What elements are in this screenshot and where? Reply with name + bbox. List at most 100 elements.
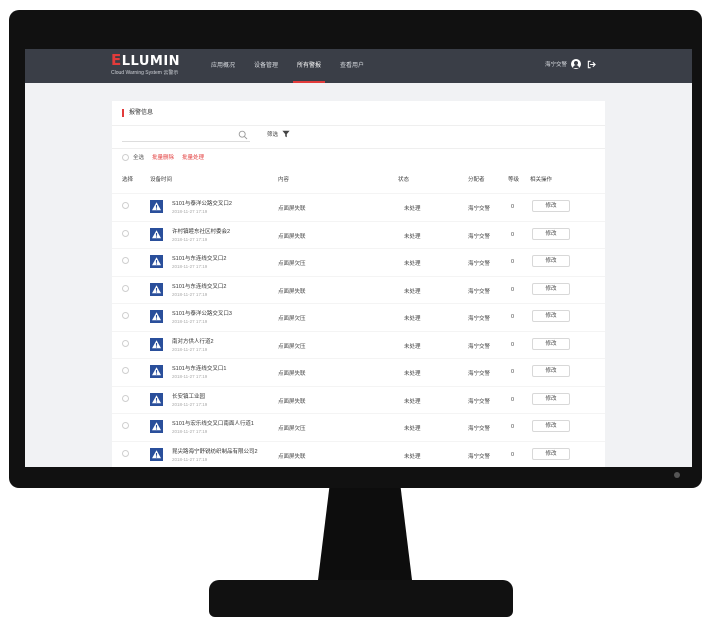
- table-header: 选择 设备时间 内容 状态 分配者 等级 相关操作: [112, 173, 605, 187]
- row-select-radio[interactable]: [122, 229, 129, 237]
- user-name[interactable]: 海宁交警: [545, 60, 567, 68]
- status-text: 未处理: [404, 371, 421, 377]
- batch-delete-link[interactable]: 批量删除: [152, 153, 174, 161]
- logo-subtitle: Cloud Warning System 云警示: [111, 70, 179, 76]
- edit-button[interactable]: 修改: [532, 255, 570, 267]
- logout-icon[interactable]: [587, 60, 596, 69]
- assignee: 海宁交警: [468, 343, 491, 350]
- edit-button[interactable]: 修改: [532, 420, 570, 432]
- edit-button[interactable]: 修改: [532, 337, 570, 350]
- level: 0: [511, 286, 515, 293]
- device-time: 2018-11-27 17:19: [172, 346, 208, 352]
- edit-button[interactable]: 修改: [532, 310, 570, 322]
- search-icon[interactable]: [238, 130, 248, 140]
- column-header-status: 状态: [398, 177, 410, 183]
- row-select-radio[interactable]: [122, 422, 129, 429]
- row-select-radio[interactable]: [122, 449, 129, 457]
- status-text: 未处理: [404, 453, 421, 460]
- status-text: 未处理: [404, 206, 421, 212]
- batch-actions: 全选 批量删除 批量处理: [122, 153, 212, 161]
- assignee: 海宁交警: [468, 426, 491, 432]
- level: 0: [511, 369, 515, 375]
- row-select-radio[interactable]: [122, 284, 129, 292]
- device-time: 2018-11-27 17:19: [172, 264, 208, 269]
- edit-button[interactable]: 修改: [532, 447, 570, 460]
- device-name: 南对方供人行道2: [172, 338, 214, 345]
- device-time: 2018-11-27 17:19: [172, 401, 208, 407]
- table-row: 长安镇工业园 2018-11-27 17:19 点面屏失联 未处理 海宁交警 0…: [112, 385, 605, 414]
- assignee: 海宁交警: [468, 398, 491, 405]
- nav-item-view-users[interactable]: 查看用户: [340, 49, 364, 83]
- alarm-card: 报警信息 筛选 全选 批量删除 批量处理 选择 设备时间 内容 状态 分配者 等…: [112, 101, 605, 467]
- status-text: 未处理: [404, 426, 421, 432]
- alarm-content: 点面屏失联: [278, 206, 306, 212]
- alarm-content: 点面屏失联: [278, 371, 306, 377]
- level: 0: [511, 259, 515, 265]
- main-nav: 应用概况 设备管理 所有警报 查看用户: [211, 49, 383, 83]
- level: 0: [511, 341, 515, 348]
- warning-triangle-icon: [150, 447, 163, 461]
- alarm-content: 点面屏欠压: [278, 426, 306, 432]
- assignee: 海宁交警: [468, 371, 491, 377]
- warning-triangle-icon: [150, 337, 163, 351]
- device-name: S101与东连线交叉口2: [172, 283, 227, 290]
- table-row: S101与泰洋公路交叉口2 2018-11-27 17:19 点面屏失联 未处理…: [112, 193, 605, 221]
- warning-triangle-icon: [150, 255, 163, 268]
- alarm-table-body: S101与泰洋公路交叉口2 2018-11-27 17:19 点面屏失联 未处理…: [112, 193, 605, 467]
- select-all-label[interactable]: 全选: [133, 153, 144, 161]
- alarm-content: 点面屏欠压: [278, 261, 306, 267]
- alarm-content: 点面屏欠压: [278, 343, 306, 350]
- assignee: 海宁交警: [468, 261, 491, 267]
- batch-process-link[interactable]: 批量处理: [182, 153, 204, 161]
- edit-button[interactable]: 修改: [532, 282, 570, 295]
- column-header-level: 等级: [508, 177, 520, 183]
- filter-button[interactable]: 筛选: [267, 130, 290, 138]
- search-input[interactable]: [122, 130, 250, 142]
- warning-triangle-icon: [150, 392, 163, 406]
- assignee: 海宁交警: [468, 453, 491, 460]
- nav-item-all-alarms[interactable]: 所有警报: [293, 49, 326, 83]
- alarm-content: 点面屏失联: [278, 453, 306, 460]
- device-time: 2018-11-27 17:19: [172, 236, 208, 242]
- table-row: 南对方供人行道2 2018-11-27 17:19 点面屏欠压 未处理 海宁交警…: [112, 330, 605, 359]
- filter-icon: [282, 130, 290, 138]
- level: 0: [511, 396, 515, 403]
- device-time: 2018-11-27 17:19: [172, 456, 208, 462]
- power-indicator: [674, 472, 680, 478]
- logo[interactable]: ELLUMIN Cloud Warning System 云警示: [111, 53, 180, 77]
- row-select-radio[interactable]: [122, 394, 129, 402]
- level: 0: [511, 314, 515, 320]
- nav-item-app-overview[interactable]: 应用概况: [211, 49, 235, 83]
- table-row: S101与东连线交叉口2 2018-11-27 17:19 点面屏欠压 未处理 …: [112, 248, 605, 276]
- status-text: 未处理: [404, 343, 421, 350]
- nav-item-device-management[interactable]: 设备管理: [254, 49, 278, 83]
- select-all-radio[interactable]: [122, 153, 129, 161]
- user-avatar-icon[interactable]: [571, 59, 582, 69]
- assignee: 海宁交警: [468, 288, 491, 295]
- edit-button[interactable]: 修改: [532, 200, 570, 212]
- edit-button[interactable]: 修改: [532, 227, 570, 240]
- edit-button[interactable]: 修改: [532, 392, 570, 405]
- row-select-radio[interactable]: [122, 312, 129, 319]
- warning-triangle-icon: [150, 420, 163, 433]
- divider: [112, 125, 605, 126]
- device-name: S101与东连线交叉口1: [172, 366, 227, 372]
- status-text: 未处理: [404, 398, 421, 405]
- table-row: S101与东连线交叉口1 2018-11-27 17:19 点面屏失联 未处理 …: [112, 358, 605, 386]
- column-header-device-time: 设备时间: [150, 177, 173, 183]
- table-row: S101与东连线交叉口2 2018-11-27 17:19 点面屏失联 未处理 …: [112, 275, 605, 304]
- row-select-radio[interactable]: [122, 367, 129, 374]
- device-name: S101与泰洋公路交叉口2: [172, 201, 232, 207]
- row-select-radio[interactable]: [122, 339, 129, 347]
- level: 0: [511, 424, 515, 430]
- status-text: 未处理: [404, 288, 421, 295]
- row-select-radio[interactable]: [122, 202, 129, 209]
- edit-button[interactable]: 修改: [532, 365, 570, 377]
- level: 0: [511, 204, 515, 210]
- warning-triangle-icon: [150, 282, 163, 296]
- monitor-screen: ELLUMIN Cloud Warning System 云警示 应用概况 设备…: [25, 49, 692, 467]
- alarm-content: 点面屏失联: [278, 233, 306, 240]
- status-text: 未处理: [404, 261, 421, 267]
- logo-letter: E: [111, 51, 122, 69]
- row-select-radio[interactable]: [122, 257, 129, 264]
